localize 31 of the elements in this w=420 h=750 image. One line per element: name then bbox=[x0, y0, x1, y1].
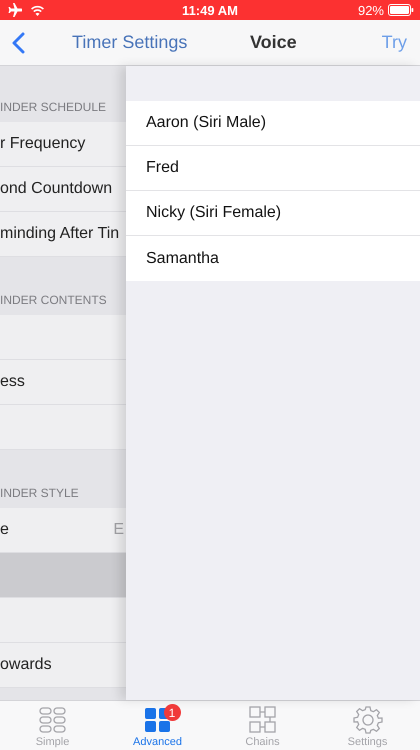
nav-title: Voice bbox=[250, 32, 297, 53]
row-value: E bbox=[113, 521, 124, 539]
settings-icon bbox=[352, 705, 382, 735]
settings-row[interactable]: e E bbox=[0, 508, 126, 553]
settings-row[interactable]: r Frequency bbox=[0, 122, 126, 167]
badge: 1 bbox=[164, 704, 180, 721]
airplane-icon bbox=[6, 3, 22, 17]
wifi-icon bbox=[30, 4, 45, 16]
voice-option[interactable]: Nicky (Siri Female) bbox=[126, 191, 420, 236]
battery-percent: 92% bbox=[358, 2, 384, 18]
voice-option[interactable]: Aaron (Siri Male) bbox=[126, 101, 420, 146]
section-header: INDER CONTENTS bbox=[0, 293, 107, 307]
voice-option[interactable]: Fred bbox=[126, 146, 420, 191]
settings-row[interactable] bbox=[0, 315, 126, 360]
settings-row[interactable] bbox=[0, 598, 126, 643]
settings-row[interactable]: ess bbox=[0, 360, 126, 405]
section-header: INDER SCHEDULE bbox=[0, 100, 106, 114]
tab-item[interactable]: 1 Advanced bbox=[105, 701, 210, 750]
battery-icon bbox=[388, 4, 414, 16]
status-time: 11:49 AM bbox=[182, 2, 238, 18]
back-icon[interactable] bbox=[12, 32, 25, 54]
list-icon bbox=[38, 707, 66, 733]
settings-row[interactable]: minding After Tin bbox=[0, 212, 126, 257]
settings-row[interactable]: ond Countdown bbox=[0, 167, 126, 212]
settings-row[interactable]: owards bbox=[0, 643, 126, 688]
linked-squares-icon bbox=[248, 706, 276, 734]
voice-option[interactable]: Samantha bbox=[126, 236, 420, 281]
back-title[interactable]: Timer Settings bbox=[72, 32, 188, 53]
section-header: INDER STYLE bbox=[0, 486, 79, 500]
settings-row[interactable] bbox=[0, 553, 126, 598]
settings-row[interactable] bbox=[0, 405, 126, 450]
